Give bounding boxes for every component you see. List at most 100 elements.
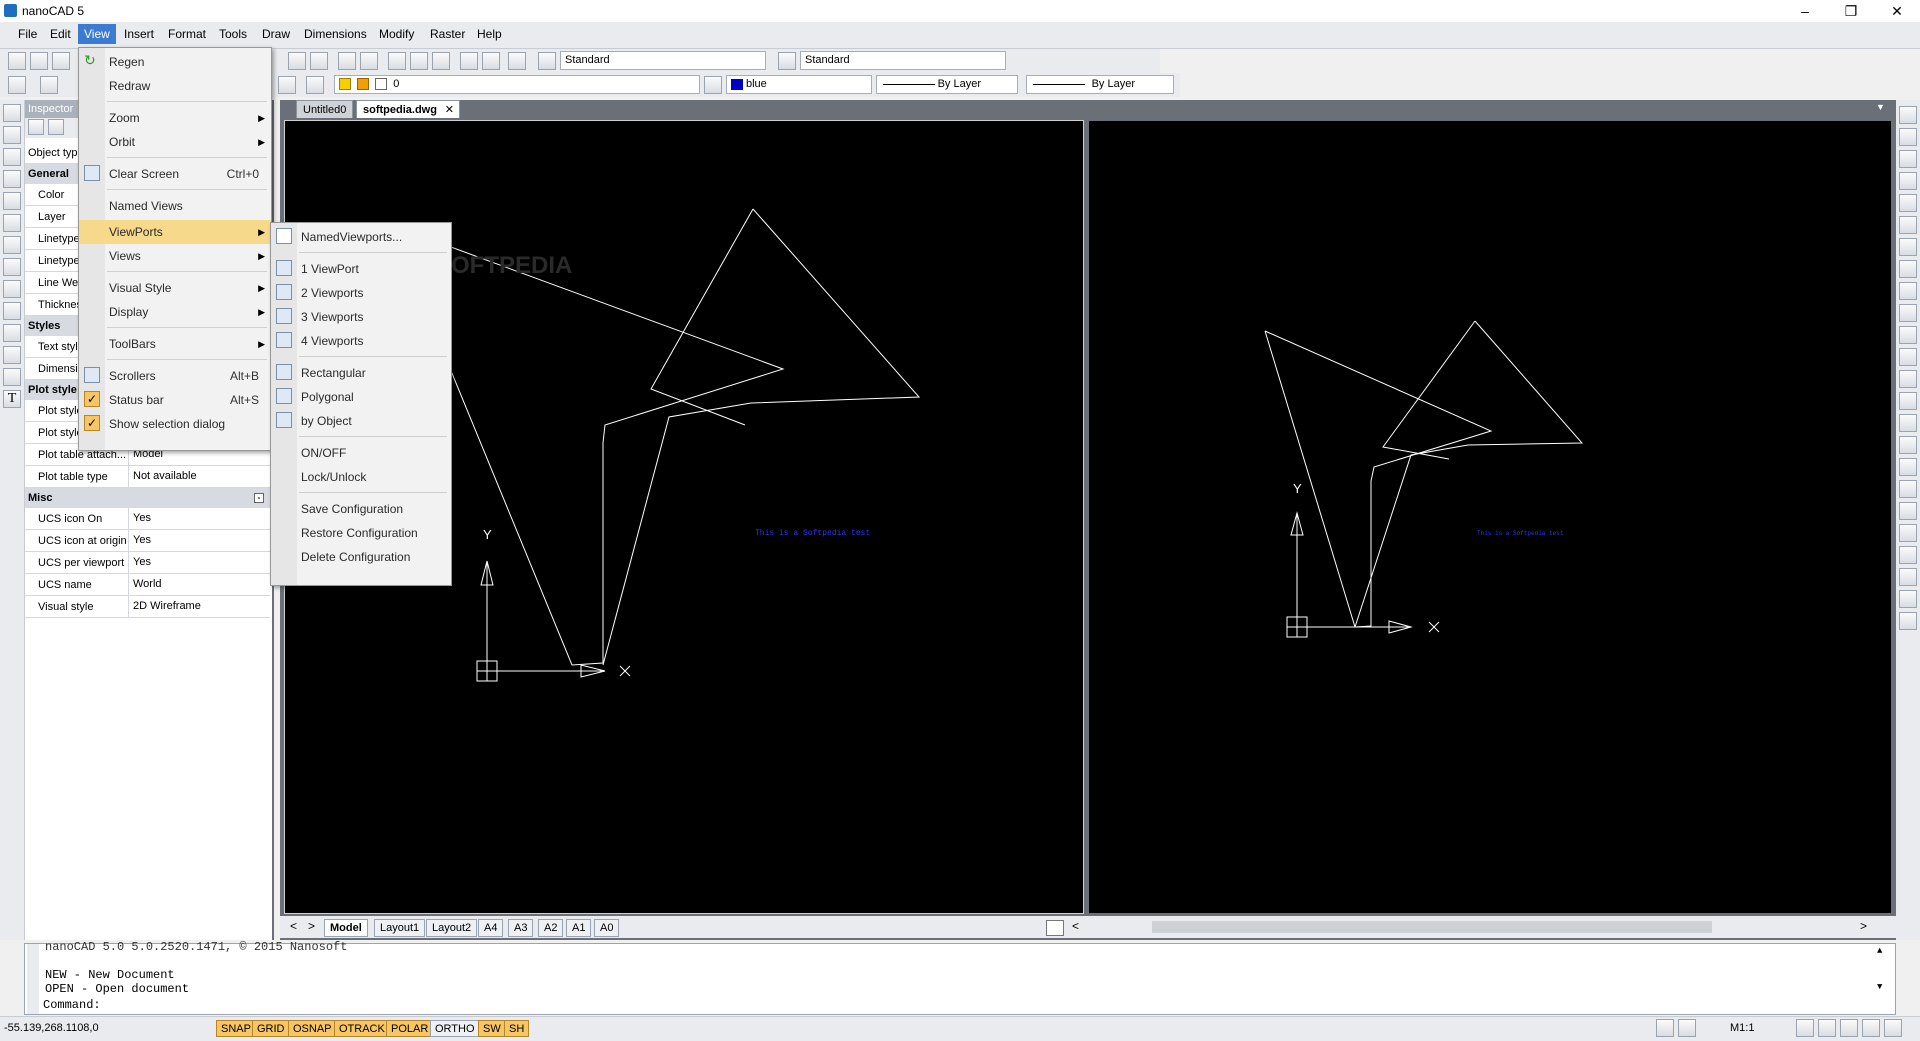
mirror-tool-icon[interactable] bbox=[1899, 150, 1917, 168]
layer-properties-icon[interactable] bbox=[306, 76, 324, 94]
tab-a1[interactable]: A1 bbox=[566, 919, 592, 937]
color-picker-icon[interactable] bbox=[704, 76, 722, 94]
menu-view[interactable]: View bbox=[78, 24, 116, 44]
prop-ucs-name[interactable]: UCS name World bbox=[24, 574, 270, 596]
join-tool-icon[interactable] bbox=[1899, 370, 1917, 388]
prop-visual-style[interactable]: Visual style 2D Wireframe bbox=[24, 596, 270, 618]
add-selection-icon[interactable] bbox=[28, 119, 44, 135]
menu-format[interactable]: Format bbox=[168, 27, 206, 41]
menu-item-4-viewports[interactable]: 4 Viewports bbox=[271, 329, 451, 353]
tab-a2[interactable]: A2 bbox=[538, 919, 564, 937]
text-style-select[interactable]: Standard bbox=[560, 51, 766, 70]
menu-raster[interactable]: Raster bbox=[430, 27, 465, 41]
menu-item-zoom[interactable]: Zoom ▶ bbox=[79, 106, 271, 130]
help-icon[interactable] bbox=[508, 52, 526, 70]
minimize-icon[interactable]: – bbox=[1782, 0, 1828, 22]
grid-toggle[interactable]: GRID bbox=[252, 1020, 290, 1037]
layer-state-icon[interactable] bbox=[278, 76, 296, 94]
move-tool-icon[interactable] bbox=[1899, 216, 1917, 234]
menu-file[interactable]: File bbox=[18, 27, 37, 41]
region-tool-icon[interactable] bbox=[1899, 524, 1917, 542]
menu-item-2-viewports[interactable]: 2 Viewports bbox=[271, 281, 451, 305]
erase-tool-icon[interactable] bbox=[1899, 106, 1917, 124]
snap-tool-icon[interactable] bbox=[40, 76, 58, 94]
zoom-window-status-icon[interactable] bbox=[1840, 1019, 1858, 1037]
xref-tool-icon[interactable] bbox=[1899, 546, 1917, 564]
tab-untitled0[interactable]: Untitled0 bbox=[296, 100, 354, 118]
prop-ucs-icon-on[interactable]: UCS icon On Yes bbox=[24, 508, 270, 530]
menu-item-named-viewports[interactable]: NamedViewports... bbox=[271, 225, 451, 249]
new-file-icon[interactable] bbox=[8, 52, 26, 70]
tab-model[interactable]: Model bbox=[324, 919, 368, 937]
pencil-icon[interactable] bbox=[482, 52, 500, 70]
section-misc[interactable]: Misc - bbox=[24, 488, 270, 508]
line-tool-icon[interactable] bbox=[3, 104, 21, 122]
cloud-tool-icon[interactable] bbox=[3, 280, 21, 298]
horizontal-scrollbar-thumb[interactable] bbox=[1152, 921, 1712, 933]
polyline-tool-icon[interactable] bbox=[3, 126, 21, 144]
pan-icon[interactable] bbox=[1796, 1019, 1814, 1037]
ortho-toggle[interactable]: ORTHO bbox=[430, 1020, 480, 1037]
layout-space-icon[interactable] bbox=[1678, 1019, 1696, 1037]
next-layout-icon[interactable]: > bbox=[308, 919, 315, 933]
copy-tool-icon[interactable] bbox=[1899, 128, 1917, 146]
open-file-icon[interactable] bbox=[30, 52, 48, 70]
close-tab-icon[interactable]: ✕ bbox=[445, 101, 454, 119]
prev-layout-icon[interactable]: < bbox=[290, 919, 297, 933]
model-space-icon[interactable] bbox=[1656, 1019, 1674, 1037]
menu-item-clear-screen[interactable]: Clear Screen Ctrl+0 bbox=[79, 162, 271, 186]
circle-tool-icon[interactable] bbox=[3, 214, 21, 232]
osnap-toggle[interactable]: OSNAP bbox=[288, 1020, 337, 1037]
menu-item-named-views[interactable]: Named Views bbox=[79, 194, 271, 218]
snap-toggle[interactable]: SNAP bbox=[216, 1020, 256, 1037]
chamfer-tool-icon[interactable] bbox=[1899, 392, 1917, 410]
layers-icon[interactable] bbox=[360, 52, 378, 70]
menu-dimensions[interactable]: Dimensions bbox=[304, 27, 367, 41]
linetype-select[interactable]: By Layer bbox=[876, 75, 1018, 94]
block-tool-icon[interactable] bbox=[3, 302, 21, 320]
match-properties-icon[interactable] bbox=[338, 52, 356, 70]
menu-insert[interactable]: Insert bbox=[124, 27, 154, 41]
command-scroll-up-icon[interactable]: ▲ bbox=[1877, 946, 1882, 956]
scroll-left-icon[interactable]: < bbox=[1072, 919, 1079, 933]
viewport-right[interactable]: Y This is a Softpedia test bbox=[1088, 120, 1892, 914]
tab-a0[interactable]: A0 bbox=[594, 919, 620, 937]
scale-readout[interactable]: M1:1 bbox=[1730, 1022, 1754, 1034]
layer-select[interactable]: 0 bbox=[334, 75, 700, 94]
command-panel-grip[interactable] bbox=[27, 944, 39, 1014]
prop-ucs-icon-origin[interactable]: UCS icon at origin Yes bbox=[24, 530, 270, 552]
menu-item-save-configuration[interactable]: Save Configuration bbox=[271, 497, 451, 521]
measure-tool-icon[interactable] bbox=[1899, 502, 1917, 520]
menu-draw[interactable]: Draw bbox=[262, 27, 290, 41]
menu-item-1-viewport[interactable]: 1 ViewPort bbox=[271, 257, 451, 281]
ellipse-tool-icon[interactable] bbox=[3, 258, 21, 276]
save-icon[interactable] bbox=[52, 52, 70, 70]
table-tool-icon[interactable] bbox=[3, 368, 21, 386]
camera-tool-icon[interactable] bbox=[1899, 568, 1917, 586]
zoom-window-icon[interactable] bbox=[388, 52, 406, 70]
menu-item-rectangular[interactable]: Rectangular bbox=[271, 361, 451, 385]
menu-item-by-object[interactable]: by Object bbox=[271, 409, 451, 433]
undo-icon[interactable] bbox=[288, 52, 306, 70]
tab-layout1[interactable]: Layout1 bbox=[374, 919, 426, 937]
select-one-icon[interactable] bbox=[48, 119, 64, 135]
menu-item-toolbars[interactable]: ToolBars ▶ bbox=[79, 332, 271, 356]
menu-item-scrollers[interactable]: Scrollers Alt+B bbox=[79, 364, 271, 388]
menu-item-show-selection-dialog[interactable]: ✓ Show selection dialog bbox=[79, 412, 271, 436]
menu-item-status-bar[interactable]: ✓ Status bar Alt+S bbox=[79, 388, 271, 412]
trim-tool-icon[interactable] bbox=[1899, 304, 1917, 322]
layer-walk-icon[interactable] bbox=[1899, 590, 1917, 608]
menu-help[interactable]: Help bbox=[477, 27, 502, 41]
lineweight-select[interactable]: By Layer bbox=[1026, 75, 1174, 94]
rotate-tool-icon[interactable] bbox=[1899, 238, 1917, 256]
tab-layout2[interactable]: Layout2 bbox=[426, 919, 478, 937]
menu-item-display[interactable]: Display ▶ bbox=[79, 300, 271, 324]
extend-tool-icon[interactable] bbox=[1899, 326, 1917, 344]
menu-item-delete-configuration[interactable]: Delete Configuration bbox=[271, 545, 451, 569]
group-tool-icon[interactable] bbox=[1899, 480, 1917, 498]
menu-item-lock-unlock[interactable]: Lock/Unlock bbox=[271, 465, 451, 489]
array-tool-icon[interactable] bbox=[1899, 194, 1917, 212]
sw-toggle[interactable]: SW bbox=[478, 1020, 506, 1037]
sh-toggle[interactable]: SH bbox=[504, 1020, 530, 1037]
zoom-extents-icon[interactable] bbox=[410, 52, 428, 70]
